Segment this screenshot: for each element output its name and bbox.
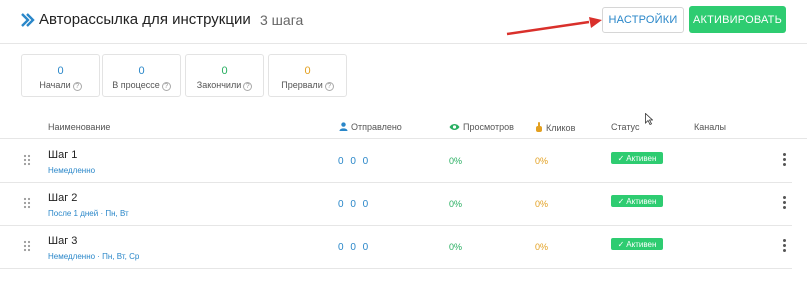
stat-card-interrupted: 0 Прервали? bbox=[268, 54, 347, 97]
status-badge: ✓ Активен bbox=[611, 195, 663, 207]
page-title: Авторассылка для инструкции bbox=[39, 11, 251, 28]
check-icon: ✓ bbox=[617, 153, 625, 163]
table-row[interactable]: Шаг 3 Немедленно · Пн, Вт, Ср 0 0 0 0% 0… bbox=[0, 226, 792, 269]
help-circle-icon[interactable]: ? bbox=[72, 82, 82, 91]
column-header-status: Статус bbox=[611, 122, 640, 132]
views-percent: 0% bbox=[449, 199, 463, 209]
status-badge: ✓ Активен bbox=[611, 238, 663, 250]
stat-card-in-progress: 0 В процессе? bbox=[102, 54, 181, 97]
stat-label: Начали? bbox=[22, 80, 99, 91]
click-hand-icon bbox=[536, 122, 542, 132]
views-percent: 0% bbox=[449, 242, 463, 252]
drag-handle-icon[interactable] bbox=[23, 197, 31, 209]
table-header: Наименование Отправлено Просмотров Клико… bbox=[0, 112, 807, 139]
more-vertical-icon[interactable] bbox=[781, 196, 787, 210]
column-header-views: Просмотров bbox=[449, 122, 514, 132]
double-chevron-logo-icon bbox=[21, 13, 35, 27]
help-circle-icon[interactable]: ? bbox=[324, 82, 334, 91]
table-row[interactable]: Шаг 1 Немедленно 0 0 0 0% 0% ✓ Активен bbox=[0, 140, 792, 183]
step-name[interactable]: Шаг 2 bbox=[48, 192, 77, 204]
person-icon bbox=[339, 122, 348, 131]
steps-count: 3 шага bbox=[260, 12, 304, 28]
views-percent: 0% bbox=[449, 156, 463, 166]
stat-card-finished: 0 Закончили? bbox=[185, 54, 264, 97]
more-vertical-icon[interactable] bbox=[781, 239, 787, 253]
stat-label: Закончили? bbox=[186, 80, 263, 91]
help-circle-icon[interactable]: ? bbox=[161, 82, 171, 91]
stat-card-started: 0 Начали? bbox=[21, 54, 100, 97]
step-name[interactable]: Шаг 3 bbox=[48, 235, 77, 247]
column-header-channels: Каналы bbox=[694, 122, 726, 132]
stat-label: В процессе? bbox=[103, 80, 180, 91]
settings-button[interactable]: НАСТРОЙКИ bbox=[602, 7, 684, 33]
help-circle-icon[interactable]: ? bbox=[243, 82, 253, 91]
sent-counts: 0 0 0 bbox=[338, 156, 369, 167]
step-name[interactable]: Шаг 1 bbox=[48, 149, 77, 161]
column-header-name: Наименование bbox=[48, 122, 111, 132]
step-delay: Немедленно bbox=[48, 166, 96, 175]
stat-label: Прервали? bbox=[269, 80, 346, 91]
clicks-percent: 0% bbox=[535, 156, 549, 166]
table-row[interactable]: Шаг 2 После 1 дней · Пн, Вт 0 0 0 0% 0% … bbox=[0, 183, 792, 226]
step-delay: Немедленно · Пн, Вт, Ср bbox=[48, 252, 140, 261]
column-header-clicks: Кликов bbox=[535, 122, 575, 133]
sent-counts: 0 0 0 bbox=[338, 199, 369, 210]
sent-counts: 0 0 0 bbox=[338, 242, 369, 253]
stat-value: 0 bbox=[138, 65, 145, 77]
more-vertical-icon[interactable] bbox=[781, 153, 787, 167]
drag-handle-icon[interactable] bbox=[23, 240, 31, 252]
column-header-sent: Отправлено bbox=[339, 122, 402, 132]
drag-handle-icon[interactable] bbox=[23, 154, 31, 166]
activate-button[interactable]: АКТИВИРОВАТЬ bbox=[689, 6, 786, 33]
check-icon: ✓ bbox=[617, 196, 625, 206]
stat-value: 0 bbox=[57, 65, 64, 77]
stat-value: 0 bbox=[221, 65, 228, 77]
clicks-percent: 0% bbox=[535, 242, 549, 252]
eye-icon bbox=[449, 124, 460, 130]
step-delay: После 1 дней · Пн, Вт bbox=[48, 209, 129, 218]
stat-value: 0 bbox=[304, 65, 311, 77]
mouse-cursor-icon bbox=[645, 113, 653, 125]
status-badge: ✓ Активен bbox=[611, 152, 663, 164]
check-icon: ✓ bbox=[617, 239, 625, 249]
clicks-percent: 0% bbox=[535, 199, 549, 209]
top-bar: Авторассылка для инструкции 3 шага НАСТР… bbox=[0, 0, 807, 44]
annotation-arrow bbox=[506, 17, 602, 36]
